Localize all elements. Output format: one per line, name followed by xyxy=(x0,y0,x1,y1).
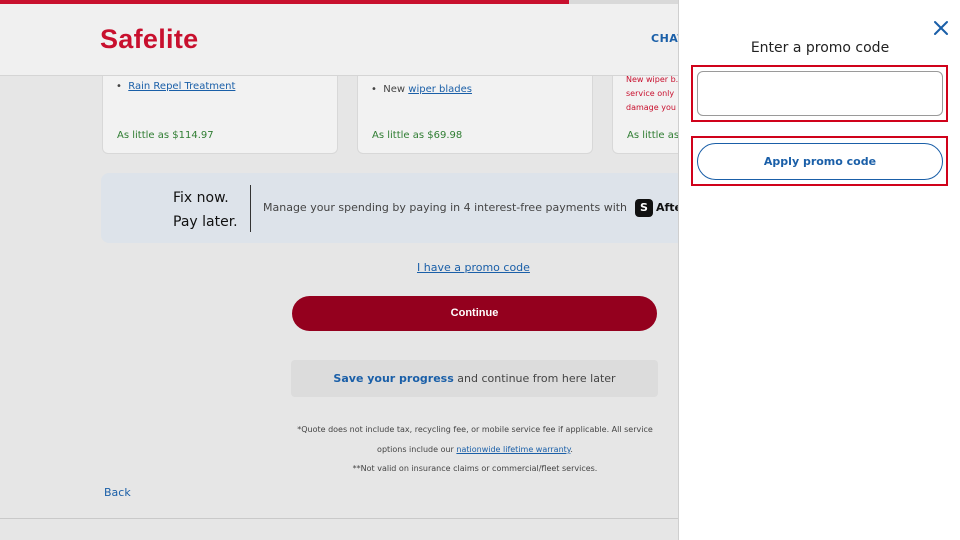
card-price: As little as xyxy=(627,130,680,141)
drawer-title: Enter a promo code xyxy=(750,40,890,56)
footnote-insurance: **Not valid on insurance claims or comme… xyxy=(352,464,598,473)
promo-code-drawer: Enter a promo code Apply promo code xyxy=(678,0,960,540)
pay-later-banner: Fix now. Pay later. Manage your spending… xyxy=(101,173,691,243)
card-bullet: • Rain Repel Treatment xyxy=(116,81,236,92)
service-card-2: • New wiper blades As little as $69.98 xyxy=(357,76,593,154)
safelite-logo[interactable]: Safelite xyxy=(100,24,198,55)
banner-title: Fix now. Pay later. xyxy=(173,186,238,234)
promo-code-link[interactable]: I have a promo code xyxy=(417,261,530,274)
banner-text: Manage your spending by paying in 4 inte… xyxy=(263,201,628,214)
continue-button[interactable]: Continue xyxy=(292,296,657,331)
save-progress-link[interactable]: Save your progress xyxy=(333,372,453,385)
warranty-link[interactable]: nationwide lifetime warranty xyxy=(456,445,570,454)
save-progress-box: Save your progress and continue from her… xyxy=(291,360,658,397)
card-bullet-prefix: New xyxy=(383,84,406,95)
service-card-1: • Rain Repel Treatment As little as $114… xyxy=(102,76,338,154)
banner-divider xyxy=(250,185,251,232)
wiper-blades-link[interactable]: wiper blades xyxy=(408,84,472,95)
footnote-quote: *Quote does not include tax, recycling f… xyxy=(290,420,660,460)
rain-repel-link[interactable]: Rain Repel Treatment xyxy=(128,81,235,92)
footer-divider xyxy=(0,518,678,519)
close-button[interactable] xyxy=(931,18,951,38)
card-price: As little as $69.98 xyxy=(372,130,463,141)
promo-code-input[interactable] xyxy=(697,71,943,116)
afterpay-logo-icon: S xyxy=(635,199,653,217)
card-price: As little as $114.97 xyxy=(117,130,214,141)
banner-title-line2: Pay later. xyxy=(173,214,238,230)
back-link[interactable]: Back xyxy=(104,486,131,499)
close-icon xyxy=(934,21,948,35)
save-progress-text: and continue from here later xyxy=(453,372,616,385)
footnote-quote-end: . xyxy=(570,445,573,454)
banner-title-line1: Fix now. xyxy=(173,190,229,206)
apply-promo-button[interactable]: Apply promo code xyxy=(697,143,943,180)
card-bullet: • New wiper blades xyxy=(371,84,472,95)
